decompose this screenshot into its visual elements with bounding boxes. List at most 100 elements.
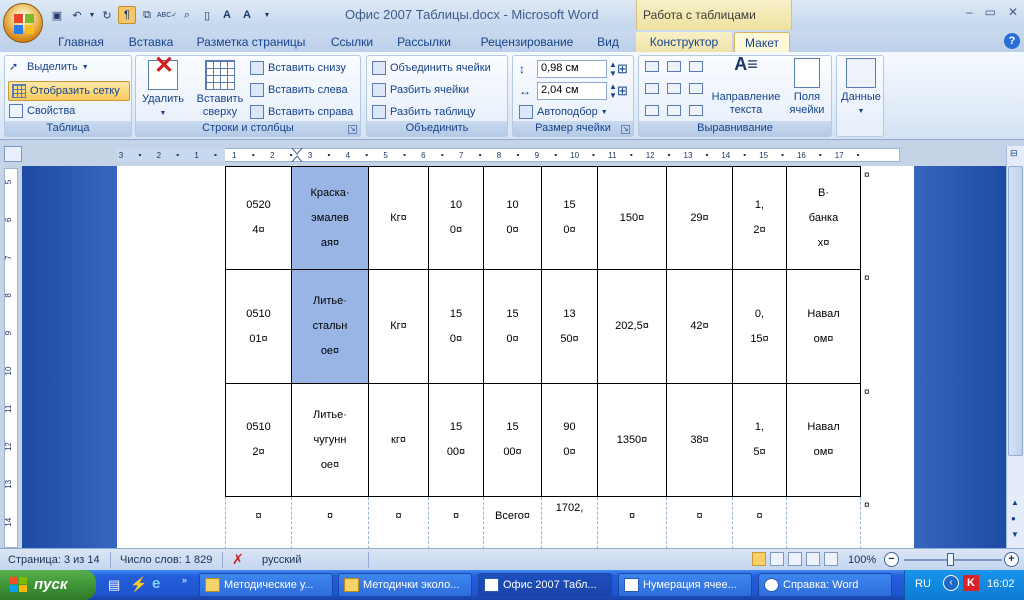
split-table-button[interactable]: Разбить таблицу xyxy=(372,105,475,119)
table-cell[interactable]: ¤ xyxy=(597,496,667,549)
table-cell[interactable] xyxy=(786,496,861,549)
table-cell-k[interactable]: 0, 15¤ xyxy=(732,269,787,384)
distribute-columns-icon[interactable]: ⊞ xyxy=(617,83,628,99)
tab-page-layout[interactable]: Разметка страницы xyxy=(192,32,310,52)
width-spinner-icon[interactable]: ▲ ▼ xyxy=(609,82,617,100)
font-color-icon[interactable]: A xyxy=(218,6,236,24)
tab-selector-icon[interactable] xyxy=(4,146,22,162)
data-table[interactable]: 0520 4¤ Краска· эмалев ая¤ Кг¤ 10 0¤ 10 0¤ 15 0¤ 150… xyxy=(225,166,861,549)
undo-dropdown-icon[interactable]: ▼ xyxy=(88,6,96,24)
next-page-icon[interactable]: ▼ xyxy=(1011,530,1019,539)
table-cell-c3[interactable]: 15 0¤ xyxy=(541,166,598,270)
restore-button[interactable]: ▭ xyxy=(985,5,996,19)
taskbar-button-3[interactable]: Офис 2007 Табл... xyxy=(478,573,612,597)
tab-view[interactable]: Вид xyxy=(592,32,624,52)
print-layout-icon[interactable] xyxy=(752,552,766,566)
tab-layout[interactable]: Макет xyxy=(734,32,790,52)
distribute-rows-icon[interactable]: ⊞ xyxy=(617,61,628,77)
table-cell[interactable]: ¤ xyxy=(368,496,429,549)
table-cell-k[interactable]: 1, 2¤ xyxy=(732,166,787,270)
align-bottom-right-icon[interactable] xyxy=(689,105,703,116)
taskbar-button-5[interactable]: Справка: Word xyxy=(758,573,892,597)
zoom-slider-thumb[interactable] xyxy=(947,553,954,566)
show-gridlines-button[interactable]: Отобразить сетку xyxy=(8,81,130,101)
table-cell-n[interactable]: 29¤ xyxy=(666,166,733,270)
full-screen-reading-icon[interactable] xyxy=(770,552,784,566)
table-cell-pack[interactable]: Навал ом¤ xyxy=(786,269,861,384)
table-cell[interactable]: ¤ xyxy=(291,496,369,549)
language[interactable]: русский xyxy=(262,554,301,566)
table-cell-pack[interactable]: Навал ом¤ xyxy=(786,383,861,497)
table-cell-c1[interactable]: 15 0¤ xyxy=(428,269,484,384)
data-button[interactable]: Данные ▼ xyxy=(839,58,883,118)
table-cell-name[interactable]: Литье· стальн ое¤ xyxy=(291,269,369,384)
table-cell[interactable]: ¤ xyxy=(428,496,484,549)
internet-explorer-icon[interactable]: e xyxy=(152,575,160,592)
draft-icon[interactable] xyxy=(824,552,838,566)
table-cell-c1[interactable]: 10 0¤ xyxy=(428,166,484,270)
undo-icon[interactable]: ↶ xyxy=(68,6,86,24)
zoom-in-icon[interactable]: + xyxy=(1004,552,1019,567)
insert-below-button[interactable]: Вставить снизу xyxy=(250,61,346,75)
table-cell-pack[interactable]: В· банка х¤ xyxy=(786,166,861,270)
quick-launch-icon[interactable]: ⚡ xyxy=(130,576,147,593)
align-bottom-center-icon[interactable] xyxy=(667,105,681,116)
taskbar-button-2[interactable]: Методички эколо... xyxy=(338,573,472,597)
table-cell-c2[interactable]: 10 0¤ xyxy=(483,166,542,270)
dialog-launcher-icon[interactable]: ↘ xyxy=(621,125,630,134)
table-cell-k[interactable]: 1, 5¤ xyxy=(732,383,787,497)
tab-home[interactable]: Главная xyxy=(52,32,110,52)
column-width-field[interactable]: 2,04 см xyxy=(537,82,607,100)
insert-right-button[interactable]: Вставить справа xyxy=(250,105,353,119)
customize-qat-icon[interactable]: ▼ xyxy=(258,6,276,24)
table-cell-unit[interactable]: Кг¤ xyxy=(368,166,429,270)
split-cells-button[interactable]: Разбить ячейки xyxy=(372,83,469,97)
align-bottom-left-icon[interactable] xyxy=(645,105,659,116)
browse-object-icon[interactable]: ● xyxy=(1011,514,1016,523)
properties-button[interactable]: Свойства xyxy=(9,104,75,118)
align-middle-center-icon[interactable] xyxy=(667,83,681,94)
table-cell-sum[interactable]: 1350¤ xyxy=(597,383,667,497)
table-cell-c3[interactable]: 13 50¤ xyxy=(541,269,598,384)
office-button[interactable] xyxy=(3,3,43,43)
minimize-button[interactable]: – xyxy=(966,5,973,19)
scrollbar-thumb[interactable] xyxy=(1008,166,1023,456)
taskbar-button-1[interactable]: Методические у... xyxy=(199,573,333,597)
table-cell[interactable]: ¤ xyxy=(732,496,787,549)
print-preview-icon[interactable]: ⌕ xyxy=(178,6,196,24)
taskbar-button-4[interactable]: Нумерация ячее... xyxy=(618,573,752,597)
pilcrow-icon[interactable]: ¶ xyxy=(118,6,136,24)
table-cell-name[interactable]: Литье· чугунн ое¤ xyxy=(291,383,369,497)
table-cell-n[interactable]: 42¤ xyxy=(666,269,733,384)
view-ruler-icon[interactable]: ⊟ xyxy=(1010,148,1018,159)
insert-above-button[interactable]: Вставить сверху xyxy=(192,60,248,119)
copy-icon[interactable]: ⧉ xyxy=(138,6,156,24)
vertical-scrollbar[interactable]: ⊟ ▲ ● ▼ xyxy=(1006,146,1024,548)
tab-review[interactable]: Рецензирование xyxy=(472,32,582,52)
zoom-level[interactable]: 100% xyxy=(848,554,876,566)
table-cell-unit[interactable]: кг¤ xyxy=(368,383,429,497)
table-cell-code[interactable]: 0510 2¤ xyxy=(225,383,292,497)
quick-launch-more-icon[interactable]: » xyxy=(182,575,187,585)
start-button[interactable]: пуск xyxy=(0,570,96,600)
dialog-launcher-icon[interactable]: ↘ xyxy=(348,125,357,134)
tab-references[interactable]: Ссылки xyxy=(326,32,378,52)
language-indicator[interactable]: RU xyxy=(915,578,931,590)
delete-button[interactable]: ✕ Удалить ▼ xyxy=(139,54,187,120)
prev-page-icon[interactable]: ▲ xyxy=(1011,498,1019,507)
table-cell-name[interactable]: Краска· эмалев ая¤ xyxy=(291,166,369,270)
table-cell[interactable]: ¤ xyxy=(225,496,292,549)
table-cell-c2[interactable]: 15 0¤ xyxy=(483,269,542,384)
align-top-left-icon[interactable] xyxy=(645,61,659,72)
table-cell-c3[interactable]: 90 0¤ xyxy=(541,383,598,497)
align-top-right-icon[interactable] xyxy=(689,61,703,72)
insert-left-button[interactable]: Вставить слева xyxy=(250,83,348,97)
table-cell[interactable]: ¤ xyxy=(666,496,733,549)
select-button[interactable]: ➚ Выделить ▼ xyxy=(9,60,89,74)
font-size-icon[interactable]: A xyxy=(238,6,256,24)
table-cell[interactable]: 1702, xyxy=(541,496,598,549)
merge-cells-button[interactable]: Объединить ячейки xyxy=(372,61,491,75)
close-button[interactable]: ✕ xyxy=(1008,5,1018,19)
table-cell-unit[interactable]: Кг¤ xyxy=(368,269,429,384)
outline-icon[interactable] xyxy=(806,552,820,566)
